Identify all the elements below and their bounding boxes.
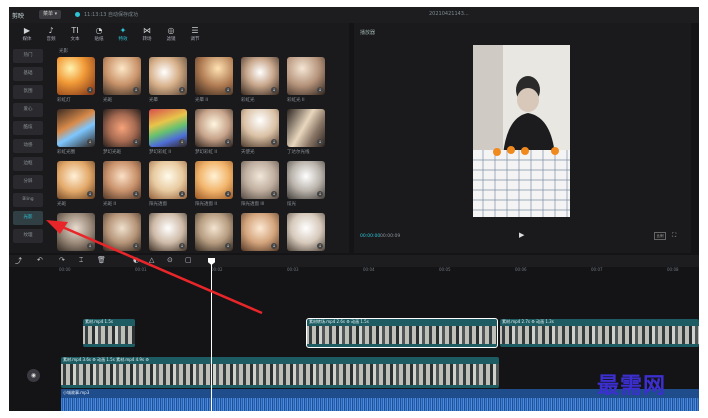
annotation-arrow xyxy=(46,220,263,315)
watermark: 最需网 xyxy=(597,373,667,399)
